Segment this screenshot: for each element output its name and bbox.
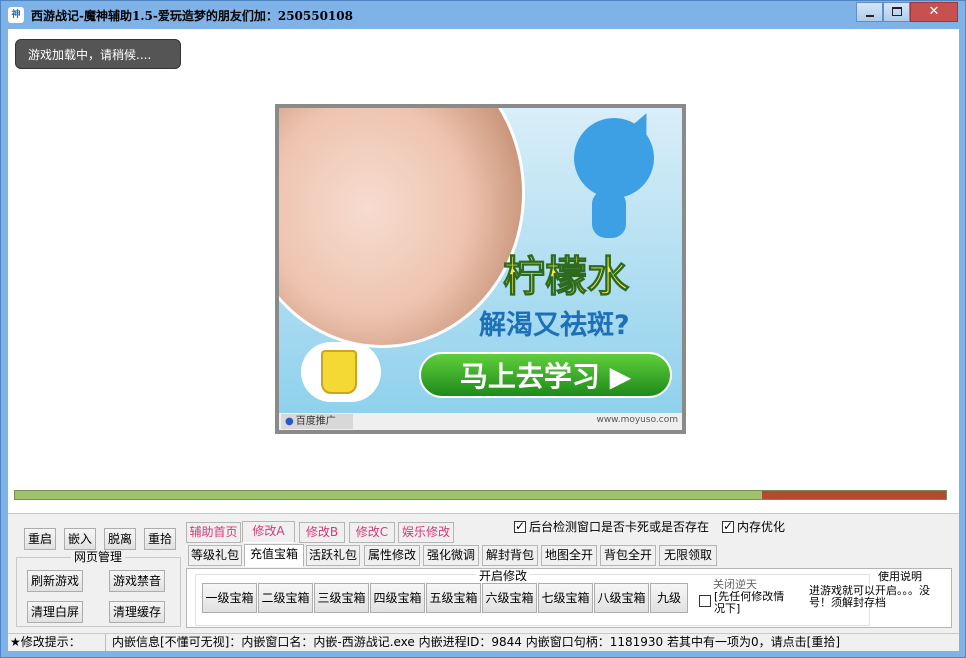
option-label: [先任何修改情况下] xyxy=(714,591,785,615)
ad-cta-button[interactable]: 马上去学习 ▶ xyxy=(419,352,672,398)
subtab-map-all[interactable]: 地图全开 xyxy=(541,545,597,566)
minimize-icon xyxy=(866,15,874,17)
status-bar: ★修改提示： 内嵌信息[不懂可无视]：内嵌窗口名：内嵌-西游战记.exe 内嵌进… xyxy=(8,633,959,651)
usage-title: 使用说明 xyxy=(878,571,922,583)
box-level-3-button[interactable]: 三级宝箱 xyxy=(314,583,369,613)
lemonade-icon xyxy=(321,350,357,394)
ad-footer: ● 百度推广 www.moyuso.com xyxy=(279,413,682,430)
bg-detect-checkbox[interactable]: 后台检测窗口是否卡死或是否存在 xyxy=(514,519,709,535)
mem-opt-check-icon[interactable] xyxy=(722,519,734,533)
ad-subline: 解渴又祛斑? xyxy=(479,310,630,341)
close-button[interactable]: ✕ xyxy=(910,2,958,22)
clear-white-screen-button[interactable]: 清理白屏 xyxy=(27,601,83,623)
ad-banner[interactable]: 柠檬水 解渴又祛斑? 马上去学习 ▶ ● 百度推广 www.moyuso.com xyxy=(275,104,686,434)
mod-hint-label: ★修改提示： xyxy=(10,634,106,651)
tab-helper-home[interactable]: 辅助首页 xyxy=(186,522,241,543)
box-level-9-button[interactable]: 九级 xyxy=(650,583,688,613)
ad-url[interactable]: www.moyuso.com xyxy=(596,415,678,425)
subtab-bag-all[interactable]: 背包全开 xyxy=(600,545,656,566)
clear-cache-button[interactable]: 清理缓存 xyxy=(109,601,165,623)
option-checkbox[interactable]: [先任何修改情况下] xyxy=(699,589,794,617)
detach-button[interactable]: 脱离 xyxy=(104,528,136,550)
mute-game-button[interactable]: 游戏禁音 xyxy=(109,570,165,592)
embed-info-text: 内嵌信息[不懂可无视]：内嵌窗口名：内嵌-西游战记.exe 内嵌进程ID：984… xyxy=(112,635,841,649)
open-mod-title: 开启修改 xyxy=(476,569,531,583)
box-level-8-button[interactable]: 八级宝箱 xyxy=(594,583,649,613)
loading-toast: 游戏加载中，请稍候.... xyxy=(15,39,181,69)
bg-detect-label: 后台检测窗口是否卡死或是否存在 xyxy=(529,520,710,534)
tab-mod-a[interactable]: 修改A xyxy=(242,521,295,543)
mascot-icon xyxy=(574,118,654,198)
repick-button[interactable]: 重拾 xyxy=(144,528,176,550)
box-level-1-button[interactable]: 一级宝箱 xyxy=(202,583,257,613)
usage-text: 进游戏就可以开启。。。没号！须解封存档 xyxy=(809,585,930,609)
ad-image: 柠檬水 解渴又祛斑? 马上去学习 ▶ xyxy=(279,108,682,413)
minimize-button[interactable] xyxy=(856,2,883,22)
close-icon: ✕ xyxy=(928,4,940,19)
subtab-active-gift[interactable]: 活跃礼包 xyxy=(306,545,360,566)
app-icon: 神 xyxy=(8,7,24,23)
baidu-promo-tag[interactable]: ● 百度推广 xyxy=(281,414,353,429)
loading-progress-bar xyxy=(14,490,947,500)
option-check-icon[interactable] xyxy=(699,595,711,607)
subtab-level-gift[interactable]: 等级礼包 xyxy=(188,545,242,566)
maximize-button[interactable] xyxy=(883,2,910,22)
box-level-2-button[interactable]: 二级宝箱 xyxy=(258,583,313,613)
box-level-7-button[interactable]: 七级宝箱 xyxy=(538,583,593,613)
embed-button[interactable]: 嵌入 xyxy=(64,528,96,550)
subtab-attr-mod[interactable]: 属性修改 xyxy=(364,545,420,566)
tab-mod-b[interactable]: 修改B xyxy=(299,522,345,543)
box-level-5-button[interactable]: 五级宝箱 xyxy=(426,583,481,613)
restart-button[interactable]: 重启 xyxy=(24,528,56,550)
web-mgmt-group: 网页管理 刷新游戏 游戏禁音 清理白屏 清理缓存 xyxy=(16,550,181,627)
loading-progress-fill xyxy=(15,491,762,499)
tab-fun-mod[interactable]: 娱乐修改 xyxy=(398,522,454,543)
refresh-game-button[interactable]: 刷新游戏 xyxy=(27,570,83,592)
control-panel: 重启 嵌入 脱离 重拾 网页管理 刷新游戏 游戏禁音 清理白屏 清理缓存 辅助首… xyxy=(8,513,959,633)
mascot-body xyxy=(592,190,626,238)
box-level-6-button[interactable]: 六级宝箱 xyxy=(482,583,537,613)
app-window: 神 西游战记-魔神辅助1.5-爱玩造梦的朋友们加：250550108 ✕ 游戏加… xyxy=(0,0,966,658)
mem-opt-label: 内存优化 xyxy=(737,520,786,534)
ad-headline: 柠檬水 xyxy=(502,252,630,302)
box-level-4-button[interactable]: 四级宝箱 xyxy=(370,583,425,613)
web-mgmt-title: 网页管理 xyxy=(71,550,126,564)
subtab-unlock-bag[interactable]: 解封背包 xyxy=(482,545,538,566)
maximize-icon xyxy=(892,7,902,16)
window-title: 西游战记-魔神辅助1.5-爱玩造梦的朋友们加：250550108 xyxy=(31,9,353,23)
paw-icon: ● xyxy=(285,416,294,427)
tab-mod-c[interactable]: 修改C xyxy=(349,522,395,543)
subtab-enhance-tune[interactable]: 强化微调 xyxy=(423,545,479,566)
bg-detect-check-icon[interactable] xyxy=(514,519,526,533)
baidu-promo-label: 百度推广 xyxy=(295,416,336,427)
tab-content: 开启修改 一级宝箱 二级宝箱 三级宝箱 四级宝箱 五级宝箱 六级宝箱 七级宝箱 … xyxy=(186,568,952,628)
title-bar[interactable]: 神 西游战记-魔神辅助1.5-爱玩造梦的朋友们加：250550108 ✕ xyxy=(1,1,965,29)
subtab-recharge-box[interactable]: 充值宝箱 xyxy=(244,544,304,567)
subtab-unlimited-claim[interactable]: 无限领取 xyxy=(659,545,717,566)
mem-opt-checkbox[interactable]: 内存优化 xyxy=(722,519,785,535)
